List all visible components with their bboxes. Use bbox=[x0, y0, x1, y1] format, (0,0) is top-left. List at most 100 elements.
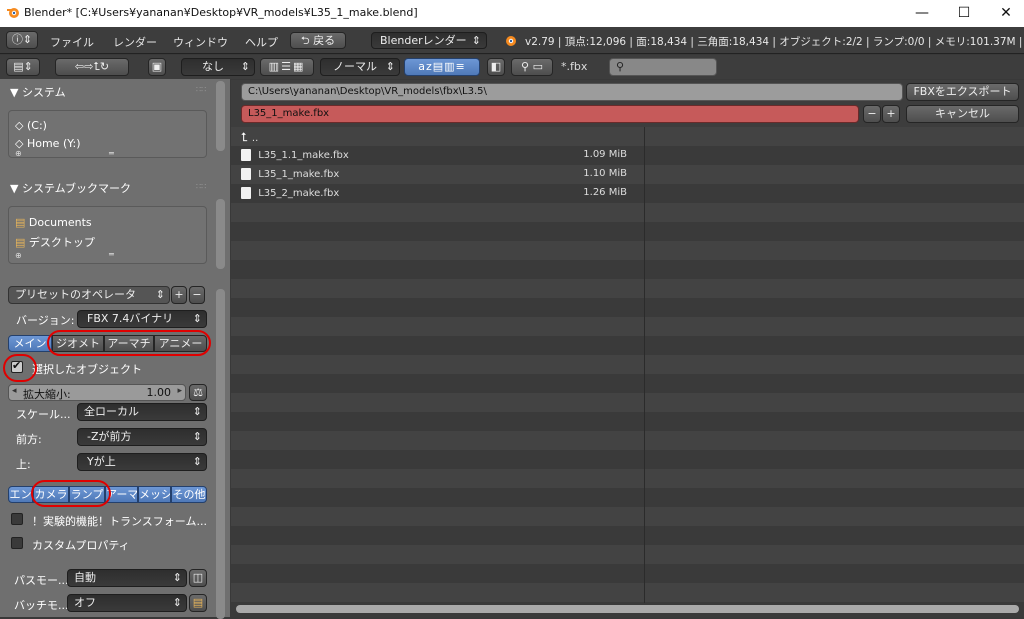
render-engine-select[interactable]: Blenderレンダー ⇕ bbox=[371, 32, 487, 49]
embed-textures-icon[interactable]: ◫ bbox=[189, 569, 207, 587]
arrow-right-icon[interactable]: ⇨ bbox=[84, 60, 93, 73]
search-input[interactable]: ⚲ bbox=[609, 58, 717, 76]
updown-arrow-icon: ⇕ bbox=[192, 430, 202, 443]
info-header: ⓘ⇕ ファイル レンダー ウィンドウ ヘルプ ⮌ 戻る Blenderレンダー ⇕… bbox=[0, 27, 1024, 54]
thumbnail-icon[interactable]: ▦ bbox=[293, 60, 305, 73]
custom-props-checkbox[interactable] bbox=[11, 537, 23, 549]
sort-ext-icon[interactable]: ▤ bbox=[433, 60, 444, 73]
editor-type-filebrowser-icon[interactable]: ▤⇕ bbox=[6, 58, 40, 76]
editor-type-info-icon[interactable]: ⓘ⇕ bbox=[6, 31, 38, 49]
tab-other[interactable]: その他 bbox=[171, 486, 207, 503]
new-folder-icon[interactable]: ▣ bbox=[148, 58, 166, 76]
path-mode-label: パスモー... bbox=[14, 574, 69, 587]
short-list-icon[interactable]: ▥ bbox=[269, 60, 281, 73]
display-size-select[interactable]: ノーマル ⇕ bbox=[320, 58, 400, 76]
sort-time-icon[interactable]: ▥ bbox=[444, 60, 455, 73]
horizontal-scrollbar[interactable] bbox=[236, 605, 1019, 613]
bookmarks-scrollbar[interactable] bbox=[216, 199, 225, 269]
forward-select[interactable]: -Zが前方 ⇕ bbox=[77, 428, 207, 446]
file-icon bbox=[241, 168, 251, 180]
system-item[interactable]: ◇ (C:) bbox=[15, 119, 47, 132]
arrow-left-icon[interactable]: ◂ bbox=[12, 386, 17, 396]
add-icon[interactable]: ⊕ bbox=[15, 251, 22, 260]
menu-file[interactable]: ファイル bbox=[50, 34, 94, 50]
filter-icon[interactable]: ⚲ bbox=[521, 60, 529, 73]
sort-size-icon[interactable]: ≡ bbox=[456, 60, 466, 73]
drag-handle-icon[interactable]: ∷∷ bbox=[196, 85, 206, 94]
bookmark-item[interactable]: ▤ デスクトップ bbox=[15, 234, 95, 250]
resize-handle-icon[interactable]: ═ bbox=[109, 250, 114, 259]
tab-main[interactable]: メイン bbox=[8, 335, 52, 352]
drive-icon: ◇ bbox=[15, 119, 27, 132]
apply-unit-scale-icon[interactable]: ⚖ bbox=[189, 384, 207, 401]
resize-handle-icon[interactable]: ═ bbox=[109, 149, 114, 158]
experimental-checkbox[interactable] bbox=[11, 513, 23, 525]
blender-logo-icon bbox=[7, 8, 19, 18]
arrow-left-icon[interactable]: ⇦ bbox=[75, 60, 84, 73]
scale-value: 1.00 bbox=[146, 386, 172, 399]
sort-buttons[interactable]: az▤▥≡ bbox=[404, 58, 480, 76]
refresh-icon[interactable]: ↻ bbox=[100, 60, 109, 73]
operator-scrollbar[interactable] bbox=[216, 289, 225, 619]
close-button[interactable]: ✕ bbox=[986, 2, 1024, 24]
menu-help[interactable]: ヘルプ bbox=[245, 34, 278, 50]
apply-scale-select[interactable]: 全ローカル ⇕ bbox=[77, 403, 207, 421]
blender-logo-icon bbox=[506, 36, 516, 46]
long-list-icon[interactable]: ☰ bbox=[281, 60, 293, 73]
recursion-select[interactable]: なし ⇕ bbox=[181, 58, 255, 76]
drag-handle-icon[interactable]: ∷∷ bbox=[196, 182, 206, 191]
up-select[interactable]: Yが上 ⇕ bbox=[77, 453, 207, 471]
back-button[interactable]: ⮌ 戻る bbox=[290, 32, 346, 49]
file-icon bbox=[241, 187, 251, 199]
add-icon[interactable]: ⊕ bbox=[15, 149, 22, 158]
version-label: バージョン: bbox=[16, 314, 75, 327]
increment-icon[interactable]: + bbox=[882, 105, 900, 123]
arrow-right-icon[interactable]: ▸ bbox=[177, 386, 182, 396]
tab-empty[interactable]: エン bbox=[8, 486, 33, 503]
menu-render[interactable]: レンダー bbox=[113, 34, 157, 50]
scale-label: 拡大縮小: bbox=[23, 388, 71, 401]
path-mode-select[interactable]: 自動 ⇕ bbox=[67, 569, 187, 587]
directory-field[interactable]: C:\Users\yananan\Desktop\VR_models\fbx\L… bbox=[241, 83, 903, 101]
sort-alpha-icon[interactable]: az bbox=[418, 60, 433, 73]
system-header[interactable]: ▼ システム bbox=[10, 84, 66, 100]
export-fbx-button[interactable]: FBXをエクスポート bbox=[906, 83, 1019, 101]
file-row[interactable]: L35_1.1_make.fbx 1.09 MiB bbox=[241, 149, 643, 168]
back-icon: ⮌ bbox=[300, 34, 314, 47]
file-row[interactable]: L35_1_make.fbx 1.10 MiB bbox=[241, 168, 643, 187]
bookmarks-header[interactable]: ▼ システムブックマーク bbox=[10, 180, 131, 196]
column-divider bbox=[644, 127, 645, 603]
maximize-button[interactable]: ☐ bbox=[944, 2, 984, 24]
display-mode-buttons[interactable]: ▥☰▦ bbox=[260, 58, 314, 76]
folder-icon[interactable]: ▭ bbox=[533, 60, 543, 73]
bookmark-item[interactable]: ▤ Documents bbox=[15, 216, 92, 229]
system-item[interactable]: ◇ Home (Y:) bbox=[15, 137, 81, 150]
annotation-circle bbox=[3, 354, 37, 382]
preset-select[interactable]: プリセットのオペレータ ⇕ bbox=[8, 286, 170, 304]
cancel-button[interactable]: キャンセル bbox=[906, 105, 1019, 123]
updown-arrow-icon: ⇕ bbox=[240, 60, 250, 73]
hidden-files-icon[interactable]: ◧ bbox=[487, 58, 505, 76]
batch-mode-select[interactable]: オフ ⇕ bbox=[67, 594, 187, 612]
folder-icon[interactable]: ▤ bbox=[189, 594, 207, 612]
minimize-button[interactable]: — bbox=[902, 2, 942, 24]
selected-objects-label: 選択したオブジェクト bbox=[32, 363, 142, 376]
title-bar: Blender* [C:¥Users¥yananan¥Desktop¥VR_mo… bbox=[0, 0, 1024, 27]
apply-scale-label: スケール... bbox=[16, 408, 71, 421]
version-select[interactable]: FBX 7.4バイナリ ⇕ bbox=[77, 310, 207, 328]
file-row[interactable]: L35_2_make.fbx 1.26 MiB bbox=[241, 187, 643, 206]
tab-mesh[interactable]: メッシ bbox=[138, 486, 171, 503]
navigation-buttons[interactable]: ⇦⇨⮤↻ bbox=[55, 58, 129, 76]
remove-preset-icon[interactable]: − bbox=[189, 286, 205, 304]
folder-icon: ▤ bbox=[15, 216, 29, 229]
scale-field[interactable]: ◂ 拡大縮小: 1.00 ▸ bbox=[8, 384, 186, 401]
decrement-icon[interactable]: − bbox=[863, 105, 881, 123]
menu-window[interactable]: ウィンドウ bbox=[173, 34, 228, 50]
parent-directory-row[interactable]: ⮤ .. bbox=[241, 130, 643, 149]
system-list: ◇ (C:) ◇ Home (Y:) ⊕ ═ bbox=[8, 110, 207, 158]
add-preset-icon[interactable]: + bbox=[171, 286, 187, 304]
window-title: Blender* [C:¥Users¥yananan¥Desktop¥VR_mo… bbox=[24, 6, 418, 19]
filename-field[interactable]: L35_1_make.fbx bbox=[241, 105, 859, 123]
filter-buttons[interactable]: ⚲ ▭ bbox=[511, 58, 553, 76]
sidebar-scrollbar[interactable] bbox=[216, 81, 225, 151]
